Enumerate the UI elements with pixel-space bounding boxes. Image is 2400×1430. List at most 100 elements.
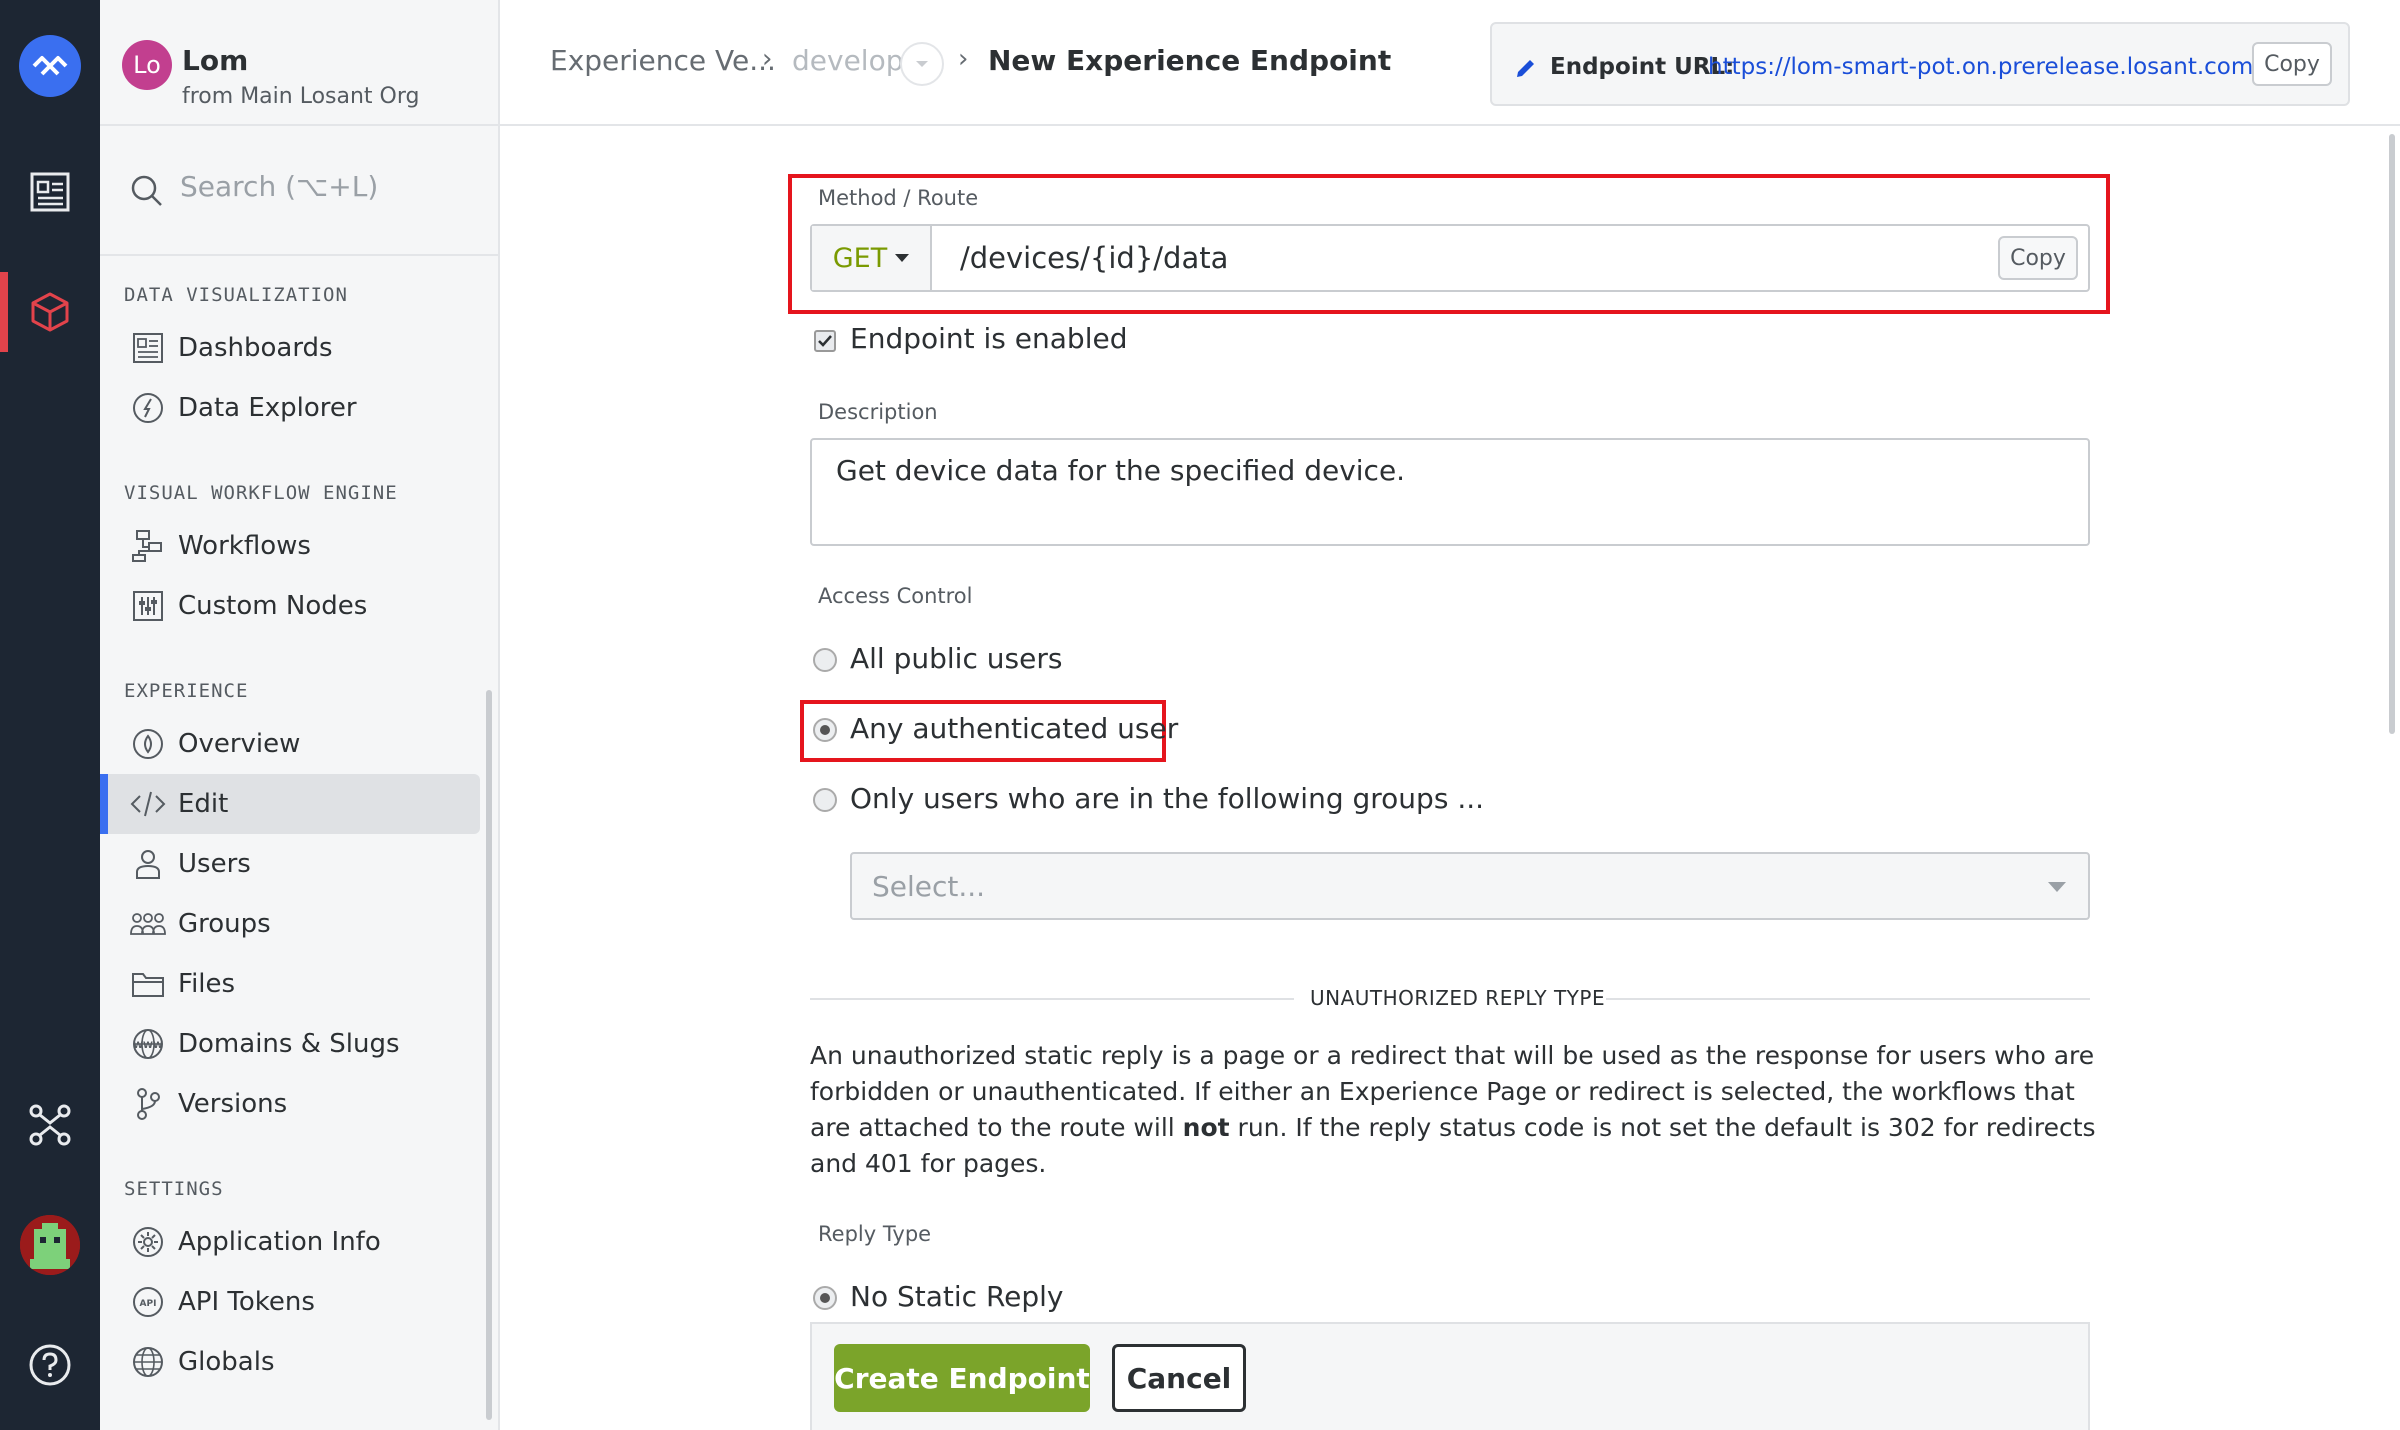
version-dropdown-button[interactable] <box>900 42 944 86</box>
endpoint-url-copy-button[interactable]: Copy <box>2252 42 2332 86</box>
page-title: New Experience Endpoint <box>988 44 1392 77</box>
access-authenticated-radio[interactable] <box>813 718 837 742</box>
unauthorized-reply-description: An unauthorized static reply is a page o… <box>810 1038 2100 1182</box>
search-input[interactable]: Search (⌥+L) <box>180 170 378 203</box>
groups-icon <box>130 906 166 942</box>
sidebar-item-files[interactable]: Files <box>100 954 480 1014</box>
method-route-label: Method / Route <box>818 186 979 210</box>
sidebar-item-label: Users <box>178 849 251 879</box>
caret-down-icon <box>2048 882 2066 892</box>
route-input[interactable]: /devices/{id}/data <box>960 241 1228 275</box>
groups-select[interactable]: Select... <box>850 852 2090 920</box>
sidebar-item-dashboards[interactable]: Dashboards <box>100 318 480 378</box>
app-name: Lom <box>182 44 249 77</box>
sidebar-item-data-explorer[interactable]: Data Explorer <box>100 378 480 438</box>
losant-logo-icon[interactable] <box>19 35 81 97</box>
sidebar-item-custom-nodes[interactable]: Custom Nodes <box>100 576 480 636</box>
globe-icon <box>130 1344 166 1380</box>
org-avatar: Lo <box>122 40 172 90</box>
main-scrollbar[interactable] <box>2389 134 2395 734</box>
sidebar-item-workflows[interactable]: Workflows <box>100 516 480 576</box>
divider-right <box>1606 998 2090 1000</box>
sidebar-item-edit[interactable]: Edit <box>100 774 480 834</box>
chevron-down-icon <box>916 61 928 67</box>
sidebar-item-label: Versions <box>178 1089 288 1119</box>
dashboard-icon <box>130 330 166 366</box>
sidebar-item-label: Custom Nodes <box>178 591 368 621</box>
svg-text:WWW: WWW <box>133 1041 163 1051</box>
reply-type-label: Reply Type <box>818 1222 932 1246</box>
method-route-field: GET /devices/{id}/data Copy <box>810 224 2090 292</box>
pencil-icon[interactable] <box>1514 56 1538 84</box>
groups-select-placeholder: Select... <box>872 870 986 903</box>
reply-none-radio[interactable] <box>813 1286 837 1310</box>
sidebar-item-globals[interactable]: Globals <box>100 1332 480 1392</box>
workflow-icon <box>130 528 166 564</box>
sidebar-item-domains-slugs[interactable]: WWW Domains & Slugs <box>100 1014 480 1074</box>
check-icon <box>818 335 832 347</box>
user-icon <box>130 846 166 882</box>
user-avatar[interactable] <box>20 1215 80 1275</box>
access-public-label: All public users <box>850 642 1063 675</box>
sidebar-item-label: Domains & Slugs <box>178 1029 400 1059</box>
sidebar-item-label: Data Explorer <box>178 393 357 423</box>
access-groups-radio[interactable] <box>813 788 837 812</box>
sidebar: Lo Lom from Main Losant Org Search (⌥+L)… <box>100 0 500 1430</box>
gear-icon <box>130 1224 166 1260</box>
description-textarea[interactable]: Get device data for the specified device… <box>810 438 2090 546</box>
breadcrumb-separator: › <box>762 44 773 74</box>
sidebar-item-application-info[interactable]: Application Info <box>100 1212 480 1272</box>
sidebar-item-api-tokens[interactable]: API API Tokens <box>100 1272 480 1332</box>
route-copy-button[interactable]: Copy <box>1998 236 2078 280</box>
endpoint-url-link[interactable]: https://lom-smart-pot.on.prerelease.losa… <box>1708 54 2253 80</box>
access-public-radio[interactable] <box>813 648 837 672</box>
description-label: Description <box>818 400 938 424</box>
sidebar-item-users[interactable]: Users <box>100 834 480 894</box>
sidebar-scrollbar[interactable] <box>486 690 492 1420</box>
compass-icon <box>130 390 166 426</box>
breadcrumb-separator: › <box>958 44 969 74</box>
access-groups-label: Only users who are in the following grou… <box>850 782 1485 815</box>
sidebar-item-groups[interactable]: Groups <box>100 894 480 954</box>
breadcrumb-experience-version[interactable]: Experience Ve... <box>550 44 776 77</box>
sidebar-item-label: Groups <box>178 909 271 939</box>
sidebar-item-label: Dashboards <box>178 333 333 363</box>
method-value: GET <box>832 242 888 274</box>
unauthorized-reply-type-heading: UNAUTHORIZED REPLY TYPE <box>1310 986 1606 1010</box>
dashboards-rail-icon[interactable] <box>0 152 100 232</box>
section-settings: SETTINGS <box>124 1178 224 1200</box>
application-cube-icon[interactable] <box>0 272 100 352</box>
sidebar-search[interactable]: Search (⌥+L) <box>100 126 498 256</box>
description-bold-text: not <box>1182 1113 1230 1142</box>
sidebar-item-label: Files <box>178 969 236 999</box>
breadcrumb-develop[interactable]: develop <box>792 44 903 77</box>
org-switcher[interactable]: Lo Lom from Main Losant Org <box>100 0 498 126</box>
divider-left <box>810 998 1294 1000</box>
sidebar-item-label: Workflows <box>178 531 311 561</box>
section-data-visualization: DATA VISUALIZATION <box>124 284 348 306</box>
access-authenticated-label: Any authenticated user <box>850 712 1179 745</box>
devices-network-icon[interactable] <box>0 1085 100 1165</box>
sidebar-item-overview[interactable]: Overview <box>100 714 480 774</box>
section-experience: EXPERIENCE <box>124 680 249 702</box>
branch-icon <box>130 1086 166 1122</box>
form-actions: Create Endpoint Cancel <box>810 1322 2090 1430</box>
cancel-button[interactable]: Cancel <box>1112 1344 1246 1412</box>
app-rail <box>0 0 100 1430</box>
sidebar-item-label: Globals <box>178 1347 275 1377</box>
api-icon: API <box>130 1284 166 1320</box>
org-subtitle: from Main Losant Org <box>182 84 420 109</box>
access-control-label: Access Control <box>818 584 973 608</box>
code-icon <box>130 786 166 822</box>
reply-none-label: No Static Reply <box>850 1280 1064 1313</box>
search-icon <box>130 174 164 212</box>
main-content <box>500 128 2400 1430</box>
enabled-checkbox[interactable] <box>814 330 836 352</box>
method-select[interactable]: GET <box>812 226 932 290</box>
sidebar-item-versions[interactable]: Versions <box>100 1074 480 1134</box>
page-header: Experience Ve... › develop › New Experie… <box>500 0 2400 126</box>
create-endpoint-button[interactable]: Create Endpoint <box>834 1344 1090 1412</box>
sidebar-item-label: Edit <box>178 789 229 819</box>
overview-icon <box>130 726 166 762</box>
help-icon[interactable] <box>0 1325 100 1405</box>
